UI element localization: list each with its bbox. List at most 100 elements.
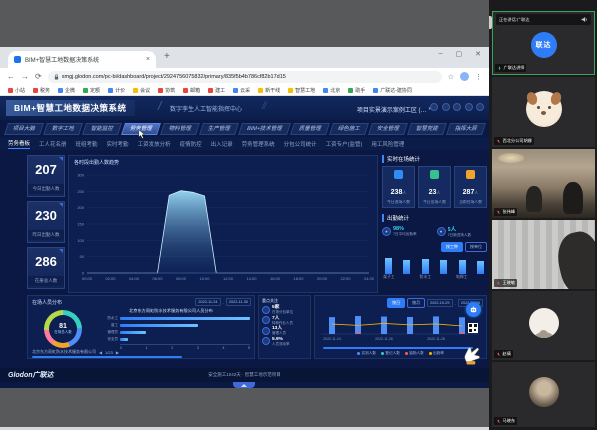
- svg-text:100: 100: [77, 238, 84, 243]
- subnav-item[interactable]: 劳务管理系统: [242, 140, 275, 148]
- nav-tab[interactable]: 生产管理: [199, 123, 239, 135]
- subnav-item[interactable]: 劳务看板: [8, 139, 30, 149]
- profile-avatar[interactable]: [460, 72, 469, 81]
- refresh-icon[interactable]: [453, 103, 461, 111]
- maximize-button[interactable]: ▢: [456, 50, 463, 58]
- participant-tile-speaker[interactable]: 正在讲话:广联达 联达 广联达讲师: [492, 11, 595, 75]
- participant-tile[interactable]: 马晓东: [492, 362, 595, 427]
- bookmark-item[interactable]: 广联达-建协同: [373, 87, 412, 94]
- nav-tab[interactable]: 安全管理: [368, 123, 408, 135]
- stat-value: 207: [28, 156, 64, 184]
- bookmark-item[interactable]: 会议: [133, 87, 150, 94]
- user-icon[interactable]: [476, 103, 484, 111]
- subnav-item[interactable]: 班组考勤: [76, 140, 98, 148]
- bookmark-item[interactable]: 智慧工地: [288, 87, 315, 94]
- participant-tile-video[interactable]: 王晓敏: [492, 220, 595, 289]
- participant-tile[interactable]: 赵倩: [492, 291, 595, 360]
- mic-off-icon: [496, 352, 501, 357]
- nav-tab[interactable]: 数字工地: [43, 123, 83, 135]
- message-icon[interactable]: [465, 103, 473, 111]
- new-tab-button[interactable]: +: [164, 51, 170, 62]
- tab-close-icon[interactable]: ×: [146, 56, 150, 63]
- horizontal-scrollbar[interactable]: [32, 356, 182, 358]
- header-divider: /: [158, 99, 161, 113]
- next-page-icon[interactable]: ▶: [116, 350, 119, 355]
- bookmark-item[interactable]: 助手: [348, 87, 365, 94]
- date-to-input[interactable]: 2022-11-30: [226, 298, 251, 306]
- subnav-item[interactable]: 出入记录: [211, 140, 233, 148]
- participant-tile-video[interactable]: 张伟峰: [492, 149, 595, 218]
- bookmark-item[interactable]: 小站: [8, 87, 25, 94]
- subnav-item[interactable]: 实时考勤: [107, 140, 129, 148]
- nav-tab[interactable]: 智慧党建: [407, 123, 447, 135]
- bookmark-star-icon[interactable]: ☆: [448, 73, 454, 81]
- browser-address-bar: ← → ⟳ smgj.glodon.com/pc-bi/dashboard/pr…: [0, 68, 489, 85]
- nav-tab[interactable]: 指挥大屏: [446, 123, 486, 135]
- person-silhouette: [563, 182, 583, 214]
- bookmark-item[interactable]: 建工: [208, 87, 225, 94]
- subnav-item[interactable]: 用工风险管理: [371, 140, 404, 148]
- trend-scrollbar[interactable]: [323, 347, 473, 349]
- svg-text:2022-11-28: 2022-11-28: [427, 337, 445, 341]
- toggle-daily[interactable]: 按日: [387, 298, 405, 308]
- realtime-card: 238人 今日进场人数: [382, 166, 415, 208]
- company-hbar-chart: 北京东方雨虹防水技术服务有限公司人员分布 防水工普工管理员安全员 012345: [92, 308, 250, 350]
- nav-tab[interactable]: 智能监控: [82, 123, 122, 135]
- bookmark-item[interactable]: 企微: [58, 87, 75, 94]
- tab-title: BIM+智慧工地数据决策系统: [25, 55, 142, 64]
- project-selector[interactable]: 项目实景演示案例工区 (… ▾: [357, 105, 431, 114]
- nav-tab[interactable]: 物料管理: [160, 123, 200, 135]
- page-indicator: 1/23: [105, 350, 113, 355]
- stat-label: 今日出勤人数: [28, 184, 64, 194]
- assistant-floating-button[interactable]: [466, 302, 481, 317]
- subnav-item[interactable]: 分包公司统计: [284, 140, 317, 148]
- attendance-panel-header: 出勤统计: [382, 214, 487, 222]
- attendance-badge: ● 5人 7日新进场人数: [437, 225, 488, 238]
- attendance-badge: ● 98% 7日平均出勤率: [382, 225, 433, 238]
- svg-text:10:00: 10:00: [199, 276, 210, 281]
- subnav-item[interactable]: 工资发放分析: [138, 140, 171, 148]
- person-badge-icon: ●: [437, 227, 446, 236]
- nav-tab[interactable]: 质量管理: [290, 123, 330, 135]
- nav-tab[interactable]: BIM+技术管理: [238, 123, 291, 135]
- date-from-input[interactable]: 2022-11-24: [195, 298, 220, 306]
- forward-icon[interactable]: →: [21, 73, 29, 81]
- toggle-by-trade[interactable]: 按工种: [441, 242, 463, 252]
- nav-tab[interactable]: 项目大脑: [4, 123, 44, 135]
- svg-text:50: 50: [80, 254, 85, 259]
- browser-tab[interactable]: BIM+智慧工地数据决策系统 ×: [8, 51, 156, 68]
- settings-icon[interactable]: [442, 103, 450, 111]
- browser-menu-icon[interactable]: ⋮: [475, 73, 482, 81]
- mic-off-icon: [496, 281, 501, 286]
- bookmark-item[interactable]: 新干线: [258, 87, 280, 94]
- close-button[interactable]: ✕: [475, 50, 481, 58]
- metric-row: 5.9% 人员流动率: [262, 337, 307, 346]
- trade-bar-labels: 架子工防水工电焊工: [382, 275, 487, 280]
- meeting-participant-sidebar: 正在讲话:广联达 联达 广联达讲师 西北分公司胡娜: [489, 0, 597, 430]
- qr-code[interactable]: [468, 323, 478, 333]
- bookmark-item[interactable]: 北京: [323, 87, 340, 94]
- subnav-item[interactable]: 工资专户(监管): [326, 140, 363, 148]
- bookmark-item[interactable]: 定额: [83, 87, 100, 94]
- participant-tile[interactable]: 西北分公司胡娜: [492, 77, 595, 147]
- nav-tab[interactable]: 绿色施工: [329, 123, 369, 135]
- reload-icon[interactable]: ⟳: [35, 73, 42, 81]
- toggle-monthly[interactable]: 按月: [407, 298, 425, 308]
- bookmark-item[interactable]: 邮箱: [183, 87, 200, 94]
- subnav-item[interactable]: 工人花名册: [39, 140, 67, 148]
- bookmark-item[interactable]: 协筑: [158, 87, 175, 94]
- back-icon[interactable]: ←: [7, 73, 15, 81]
- svg-text:08:00: 08:00: [176, 276, 187, 281]
- subnav-item[interactable]: 疫情防控: [180, 140, 202, 148]
- participant-name-pill: 张伟峰: [494, 208, 517, 216]
- fullscreen-icon[interactable]: [430, 103, 438, 111]
- metric-icon: [262, 306, 270, 314]
- minimize-button[interactable]: –: [439, 50, 443, 58]
- bookmark-item[interactable]: 税务: [33, 87, 50, 94]
- url-field[interactable]: smgj.glodon.com/pc-bi/dashboard/project/…: [48, 71, 442, 83]
- trend-date-from-input[interactable]: 2022-10-29: [427, 299, 452, 307]
- toggle-by-unit[interactable]: 按单位: [465, 242, 487, 252]
- bookmark-item[interactable]: 云采: [233, 87, 250, 94]
- prev-page-icon[interactable]: ◀: [99, 350, 102, 355]
- bookmark-item[interactable]: 计价: [108, 87, 125, 94]
